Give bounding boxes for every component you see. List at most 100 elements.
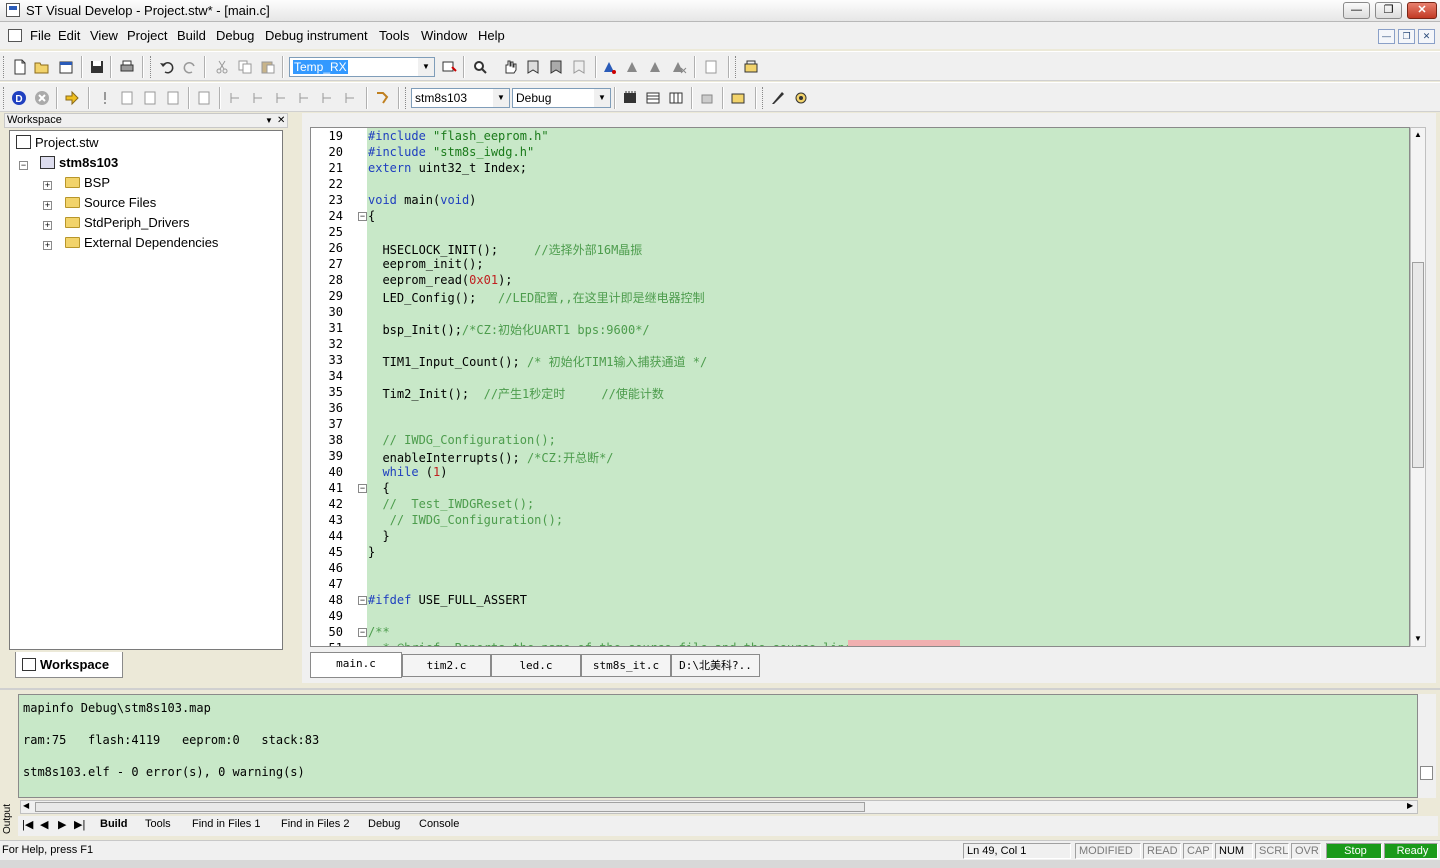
code-line[interactable]: #ifdef USE_FULL_ASSERT [368,593,527,607]
menu-file[interactable]: File [30,28,51,43]
code-line[interactable]: /** [368,625,390,639]
brace-step-over-icon[interactable] [342,89,360,107]
registers-icon[interactable] [644,89,662,107]
fold-toggle-icon[interactable]: − [358,484,367,493]
redo-icon[interactable] [181,58,199,76]
chevron-down-icon[interactable]: ▼ [594,89,610,107]
document-icon[interactable] [8,29,22,42]
step-into-icon[interactable] [118,89,136,107]
find-in-files-icon[interactable] [471,58,489,76]
save-icon[interactable] [88,58,106,76]
restore-button[interactable]: ❐ [1375,2,1402,19]
stop-build-icon[interactable] [670,58,688,76]
code-line[interactable]: bsp_Init();/*CZ:初始化UART1 bps:9600*/ [368,321,649,338]
stack-icon[interactable] [729,89,747,107]
code-line[interactable]: void main(void) [368,193,476,207]
find-next-icon[interactable] [440,58,458,76]
editor-vertical-scrollbar[interactable]: ▲ ▼ [1410,127,1426,647]
expand-icon[interactable]: + [43,181,52,190]
mdi-close-button[interactable]: ✕ [1418,29,1435,44]
code-line[interactable]: LED_Config(); //LED配置,,在这里计即是继电器控制 [368,289,704,306]
code-line[interactable]: Tim2_Init(); //产生1秒定时 //使能计数 [368,385,663,402]
hand-icon[interactable] [501,58,519,76]
tree-item-stdperiph-drivers[interactable]: StdPeriph_Drivers [65,215,190,230]
splitter[interactable] [0,688,1440,690]
programmer-icon[interactable] [742,58,760,76]
mdi-restore-button[interactable]: ❐ [1398,29,1415,44]
menu-debug-instrument[interactable]: Debug instrument [265,28,368,43]
code-line[interactable]: #include "flash_eeprom.h" [368,129,549,143]
brace-step-icon[interactable] [319,89,337,107]
workspace-tab[interactable]: Workspace [15,652,123,678]
scroll-up-icon[interactable]: ▲ [1414,130,1422,139]
editor-tab[interactable]: main.c [310,652,402,678]
menu-view[interactable]: View [90,28,118,43]
tab-tools[interactable]: Tools [145,818,171,830]
paste-icon[interactable] [259,58,277,76]
editor-tab[interactable]: led.c [491,654,581,677]
tree-item-source-files[interactable]: Source Files [65,195,156,210]
fold-toggle-icon[interactable]: − [358,212,367,221]
code-editor[interactable]: 19 20 21 22 23 24 − 25 26 27 28 29 30 31 32 33 34 35 36 37 3… [310,127,1410,647]
asm-run-icon[interactable] [296,89,314,107]
code-line[interactable]: // IWDG_Configuration(); [368,513,563,527]
scroll-down-icon[interactable]: ▼ [1414,634,1422,643]
tab-last-icon[interactable]: ▶| [74,818,85,831]
scrollbar-thumb[interactable] [1412,262,1424,468]
stop-debug-icon[interactable] [33,89,51,107]
step-over-icon[interactable] [141,89,159,107]
memory-icon[interactable] [621,89,639,107]
compile-icon[interactable] [601,58,619,76]
fold-toggle-icon[interactable]: − [358,628,367,637]
menu-edit[interactable]: Edit [58,28,80,43]
tab-find-in-files-1[interactable]: Find in Files 1 [192,818,260,830]
expand-icon[interactable]: + [43,241,52,250]
collapse-icon[interactable]: − [19,161,28,170]
output-vertical-scrollbar[interactable] [1418,694,1436,798]
fold-toggle-icon[interactable]: − [358,596,367,605]
code-line[interactable]: { [368,209,375,223]
code-line[interactable]: eeprom_init(); [368,257,483,271]
editor-tab[interactable]: stm8s_it.c [581,654,671,677]
build-log-icon[interactable] [702,58,720,76]
chevron-down-icon[interactable]: ▼ [493,89,509,107]
tree-item-external-dependencies[interactable]: External Dependencies [65,235,218,250]
tab-debug[interactable]: Debug [368,818,400,830]
asm-step-out-icon[interactable] [273,89,291,107]
code-line[interactable]: eeprom_read(0x01); [368,273,512,287]
code-line[interactable]: #include "stm8s_iwdg.h" [368,145,534,159]
tree-item-project[interactable]: stm8s103 [40,155,118,170]
output-horizontal-scrollbar[interactable]: ◀ ▶ [20,800,1418,814]
print-icon[interactable] [118,58,136,76]
rebuild-icon[interactable] [647,58,665,76]
scroll-right-icon[interactable]: ▶ [1407,801,1413,810]
code-line[interactable]: // IWDG_Configuration(); [368,433,555,447]
code-line[interactable]: * @brief Reports the name of the source … [368,641,902,646]
expand-icon[interactable]: + [43,221,52,230]
copy-icon[interactable] [236,58,254,76]
tab-find-in-files-2[interactable]: Find in Files 2 [281,818,349,830]
menu-build[interactable]: Build [177,28,206,43]
chevron-down-icon[interactable]: ▼ [418,58,434,76]
tab-console[interactable]: Console [419,818,459,830]
cut-icon[interactable] [213,58,231,76]
peripherals-icon[interactable] [667,89,685,107]
bookmark-next-icon[interactable] [547,58,565,76]
asm-step-over-icon[interactable] [250,89,268,107]
editor-tab[interactable]: D:\北美科?.. [671,654,760,677]
tree-item-workspace[interactable]: Project.stw [16,135,99,150]
reset-icon[interactable] [373,89,391,107]
undo-icon[interactable] [158,58,176,76]
bookmark-toggle-icon[interactable] [524,58,542,76]
mdi-minimize-button[interactable]: — [1378,29,1395,44]
chevron-down-icon[interactable]: ▼ [265,114,273,127]
expand-icon[interactable]: + [43,201,52,210]
menu-help[interactable]: Help [478,28,505,43]
close-button[interactable]: ✕ [1407,2,1437,19]
code-line[interactable]: HSECLOCK_INIT(); //选择外部16M晶振 [368,241,642,258]
code-line[interactable]: TIM1_Input_Count(); /* 初始化TIM1输入捕获通道 */ [368,353,707,370]
minimize-button[interactable]: — [1343,2,1370,19]
close-icon[interactable]: ✕ [277,114,285,127]
tab-build[interactable]: Build [100,818,128,830]
start-debug-icon[interactable]: D [10,89,28,107]
